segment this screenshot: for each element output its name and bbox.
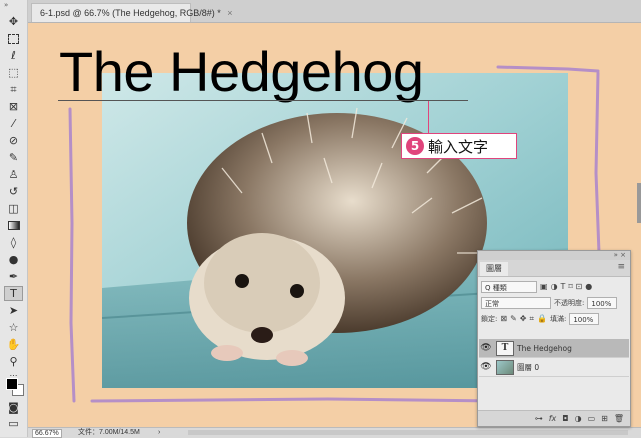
layer-row-layer-0[interactable]: 👁 圖層 0	[479, 358, 629, 377]
document-size-info: 文件：7.00M/14.5M	[78, 429, 140, 436]
new-group-folder-icon[interactable]: ▭	[588, 414, 596, 423]
frame-tool-icon[interactable]: ⊠	[4, 99, 23, 114]
photoshop-window: » ✥ ℓ ⬚ ⌗ ⊠ ⁄ ⊘ ✎ ♙ ↺ ◫ ◊ ● ✒ T ➤ ☆ ✋ ⚲ …	[0, 0, 641, 438]
hand-tool-icon[interactable]: ✋	[4, 337, 23, 352]
smart-object-filter-icon[interactable]: ⊡	[576, 282, 583, 291]
status-bar: 66.67% 文件：7.00M/14.5M ›	[28, 427, 641, 438]
opacity-label: 不透明度:	[554, 298, 585, 307]
filter-toggle-icon[interactable]: ●	[585, 282, 592, 291]
type-layer-thumbnail-icon: T	[496, 340, 514, 356]
trash-icon[interactable]: 🗑	[614, 414, 624, 423]
lasso-tool-icon[interactable]: ℓ	[4, 48, 23, 63]
pixel-filter-icon[interactable]: ▣	[540, 282, 548, 291]
document-tab-title: 6-1.psd @ 66.7% (The Hedgehog, RGB/8#) *	[40, 8, 221, 18]
filter-kind-select[interactable]: Q 種類	[481, 280, 537, 293]
step-callout: 5 輸入文字	[401, 133, 517, 159]
layers-panel: » × 圖層 ≡ Q 種類 ▣ ◑ T ⌑ ⊡ ● 正常 不透明度: 100% …	[477, 250, 631, 427]
callout-leader-line	[428, 101, 429, 133]
status-menu-arrow-icon[interactable]: ›	[158, 428, 160, 437]
type-filter-icon[interactable]: T	[561, 282, 566, 291]
toolbar-collapse-icon[interactable]: »	[4, 2, 8, 9]
document-tab-bar: 6-1.psd @ 66.7% (The Hedgehog, RGB/8#) *…	[28, 0, 641, 23]
panel-collapse-close-icon[interactable]: » ×	[614, 251, 626, 260]
panel-menu-icon[interactable]: ≡	[617, 262, 625, 272]
visibility-eye-icon[interactable]: 👁	[479, 343, 493, 353]
eraser-tool-icon[interactable]: ◫	[4, 201, 23, 216]
visibility-eye-icon[interactable]: 👁	[479, 362, 493, 372]
tab-layers[interactable]: 圖層	[480, 262, 508, 276]
blend-opacity-row: 正常 不透明度: 100%	[481, 296, 618, 309]
panel-header: » ×	[478, 251, 630, 260]
step-callout-label: 輸入文字	[428, 137, 489, 156]
clone-stamp-tool-icon[interactable]: ♙	[4, 167, 23, 182]
fill-field[interactable]: 100%	[569, 312, 600, 325]
layer-name[interactable]: The Hedgehog	[517, 344, 572, 353]
foreground-color-swatch[interactable]	[6, 378, 18, 390]
lock-transparency-icon[interactable]: ⊠	[500, 314, 507, 323]
vertical-scrollbar[interactable]	[637, 183, 641, 223]
history-brush-tool-icon[interactable]: ↺	[4, 184, 23, 199]
image-layer-thumbnail-icon	[496, 359, 514, 375]
document-tab[interactable]: 6-1.psd @ 66.7% (The Hedgehog, RGB/8#) *…	[31, 3, 233, 22]
quick-mask-icon[interactable]: ◙	[4, 400, 23, 415]
layer-filter-row: Q 種類 ▣ ◑ T ⌑ ⊡ ●	[481, 280, 592, 293]
blur-tool-icon[interactable]: ◊	[4, 235, 23, 250]
type-baseline	[58, 100, 468, 101]
lock-position-icon[interactable]: ✥	[520, 314, 527, 323]
layers-panel-footer: ⊶ fx ◘ ◑ ▭ ⊞ 🗑	[478, 410, 630, 426]
move-tool-icon[interactable]: ✥	[4, 14, 23, 29]
opacity-field[interactable]: 100%	[587, 296, 618, 309]
path-select-tool-icon[interactable]: ➤	[4, 303, 23, 318]
layer-row-the-hedgehog[interactable]: 👁 T The Hedgehog	[479, 339, 629, 358]
marquee-tool-icon[interactable]	[4, 31, 23, 46]
tools-panel: » ✥ ℓ ⬚ ⌗ ⊠ ⁄ ⊘ ✎ ♙ ↺ ◫ ◊ ● ✒ T ➤ ☆ ✋ ⚲ …	[0, 0, 28, 437]
lock-fill-row: 鎖定: ⊠ ✎ ✥ ⌗ 🔒 填滿: 100%	[481, 312, 600, 325]
quick-select-tool-icon[interactable]: ⬚	[4, 65, 23, 80]
step-number-badge: 5	[406, 137, 424, 155]
horizontal-scrollbar[interactable]	[188, 430, 628, 435]
blend-mode-select[interactable]: 正常	[481, 296, 551, 309]
dodge-tool-icon[interactable]: ●	[4, 252, 23, 267]
new-layer-icon[interactable]: ⊞	[601, 414, 608, 423]
eyedropper-tool-icon[interactable]: ⁄	[4, 116, 23, 131]
shape-filter-icon[interactable]: ⌑	[568, 282, 572, 291]
screen-mode-icon[interactable]: ▭	[4, 416, 23, 431]
gradient-tool-icon[interactable]	[4, 218, 23, 233]
lock-all-icon[interactable]: 🔒	[537, 314, 547, 323]
close-tab-icon[interactable]: ×	[227, 8, 232, 18]
panel-tab-row: 圖層 ≡	[478, 260, 630, 277]
link-layers-icon[interactable]: ⊶	[535, 414, 543, 423]
add-mask-icon[interactable]: ◘	[562, 414, 568, 423]
lock-label: 鎖定:	[481, 314, 498, 323]
fx-icon[interactable]: fx	[549, 414, 557, 423]
healing-brush-tool-icon[interactable]: ⊘	[4, 133, 23, 148]
layer-name[interactable]: 圖層 0	[517, 362, 539, 373]
crop-tool-icon[interactable]: ⌗	[4, 82, 23, 97]
lock-pixels-icon[interactable]: ✎	[510, 314, 517, 323]
adjustment-layer-icon[interactable]: ◑	[575, 414, 582, 423]
type-tool-icon[interactable]: T	[4, 286, 23, 301]
adjustment-filter-icon[interactable]: ◑	[551, 282, 558, 291]
shape-tool-icon[interactable]: ☆	[4, 320, 23, 335]
headline-text-layer[interactable]: The Hedgehog	[59, 37, 424, 107]
fill-label: 填滿:	[549, 314, 567, 323]
brush-tool-icon[interactable]: ✎	[4, 150, 23, 165]
pen-tool-icon[interactable]: ✒	[4, 269, 23, 284]
lock-artboard-icon[interactable]: ⌗	[529, 314, 534, 324]
